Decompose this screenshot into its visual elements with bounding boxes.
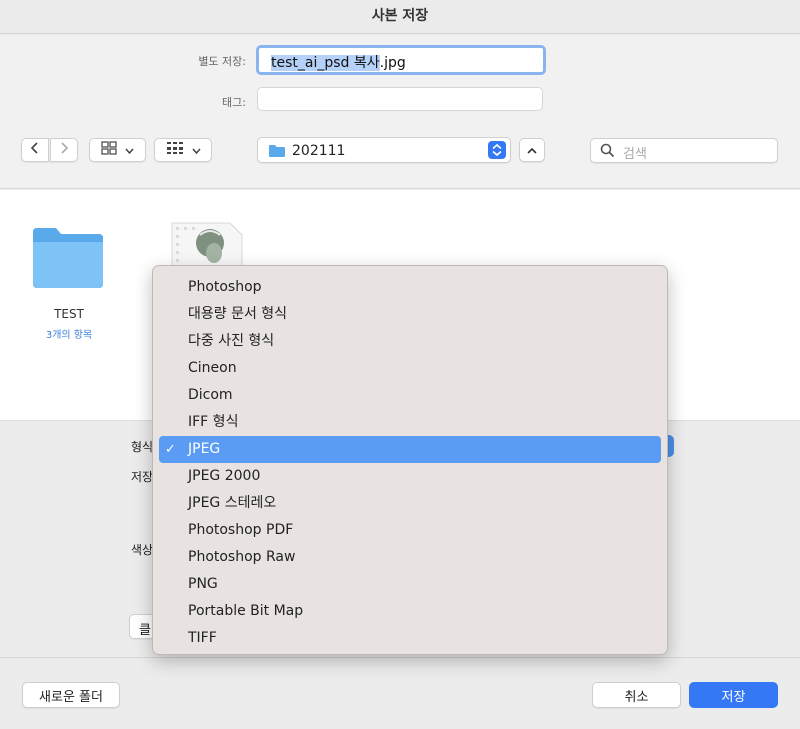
menu-item-cineon[interactable]: Cineon [159,355,661,382]
menu-item-label: IFF 형식 [188,414,239,430]
menu-item-label: JPEG 2000 [188,468,261,484]
back-button[interactable] [21,138,49,162]
filename-selected: test_ai_psd 복사 [271,55,380,71]
window-title: 사본 저장 [0,0,800,34]
location-label: 202111 [292,143,346,159]
menu-item-dicom[interactable]: Dicom [159,382,661,409]
menu-item-portable-bit-map[interactable]: Portable Bit Map [159,598,661,625]
folder-name: TEST [54,307,84,321]
chevron-right-icon [59,141,69,159]
menu-item-label: Cineon [188,360,237,376]
menu-item-label: PNG [188,576,218,592]
menu-item-jpeg[interactable]: ✓ JPEG [159,436,661,463]
checkmark-icon: ✓ [165,442,176,457]
location-popup[interactable]: 202111 [257,137,511,163]
chevron-up-icon [527,143,537,158]
color-label: 색상 [131,543,154,557]
group-mode-button[interactable] [154,138,212,162]
menu-item-jpeg-stereo[interactable]: JPEG 스테레오 [159,490,661,517]
chevron-down-icon [191,143,201,158]
menu-item-photoshop-raw[interactable]: Photoshop Raw [159,544,661,571]
save-as-label: 별도 저장: [198,55,246,68]
menu-item-png[interactable]: PNG [159,571,661,598]
bottom-bar: 새로운 폴더 취소 저장 [0,657,800,729]
menu-item-label: Portable Bit Map [188,603,304,619]
filename-text[interactable]: test_ai_psd 복사.jpg [271,52,406,72]
menu-item-label: Dicom [188,387,233,403]
folder-icon [30,228,106,294]
folder-item-count: 3개의 항목 [45,330,93,341]
menu-item-label: 대용량 문서 형식 [188,306,288,322]
menu-item-photoshop[interactable]: Photoshop [159,274,661,301]
view-mode-button[interactable] [89,138,146,162]
save-button[interactable]: 저장 [689,682,778,708]
menu-item-jpeg-2000[interactable]: JPEG 2000 [159,463,661,490]
collapse-button[interactable] [519,138,545,162]
cancel-button[interactable]: 취소 [592,682,681,708]
menu-item-label: TIFF [188,630,217,646]
filename-ext: .jpg [379,55,406,71]
menu-item-tiff[interactable]: TIFF [159,625,661,652]
search-field[interactable]: 검색 [590,138,778,163]
menu-item-large-document[interactable]: 대용량 문서 형식 [159,301,661,328]
menu-item-photoshop-pdf[interactable]: Photoshop PDF [159,517,661,544]
new-folder-button[interactable]: 새로운 폴더 [22,682,120,708]
tags-field[interactable] [257,87,543,111]
grid-icon [101,141,117,159]
menu-item-label: 다중 사진 형식 [188,333,275,349]
search-icon [600,143,615,162]
menu-item-label: Photoshop [188,279,262,295]
tags-label: 태그: [222,96,246,109]
menu-item-iff[interactable]: IFF 형식 [159,409,661,436]
chevron-down-icon [125,143,134,158]
menu-item-label: Photoshop Raw [188,549,296,565]
search-placeholder: 검색 [623,147,647,162]
save-options-label: 저장 [131,470,154,484]
menu-item-label: JPEG 스테레오 [188,495,277,511]
format-label: 형식 [131,440,154,454]
forward-button[interactable] [50,138,78,162]
updown-icon [488,141,506,159]
folder-item-test[interactable] [30,224,108,294]
menu-item-multi-picture[interactable]: 다중 사진 형식 [159,328,661,355]
format-menu: Photoshop 대용량 문서 형식 다중 사진 형식 Cineon Dico… [152,265,668,655]
menu-item-label: JPEG [188,441,221,457]
menu-item-label: Photoshop PDF [188,522,294,538]
folder-icon [268,144,286,162]
group-grid-icon [166,141,184,159]
chevron-left-icon [30,141,40,159]
